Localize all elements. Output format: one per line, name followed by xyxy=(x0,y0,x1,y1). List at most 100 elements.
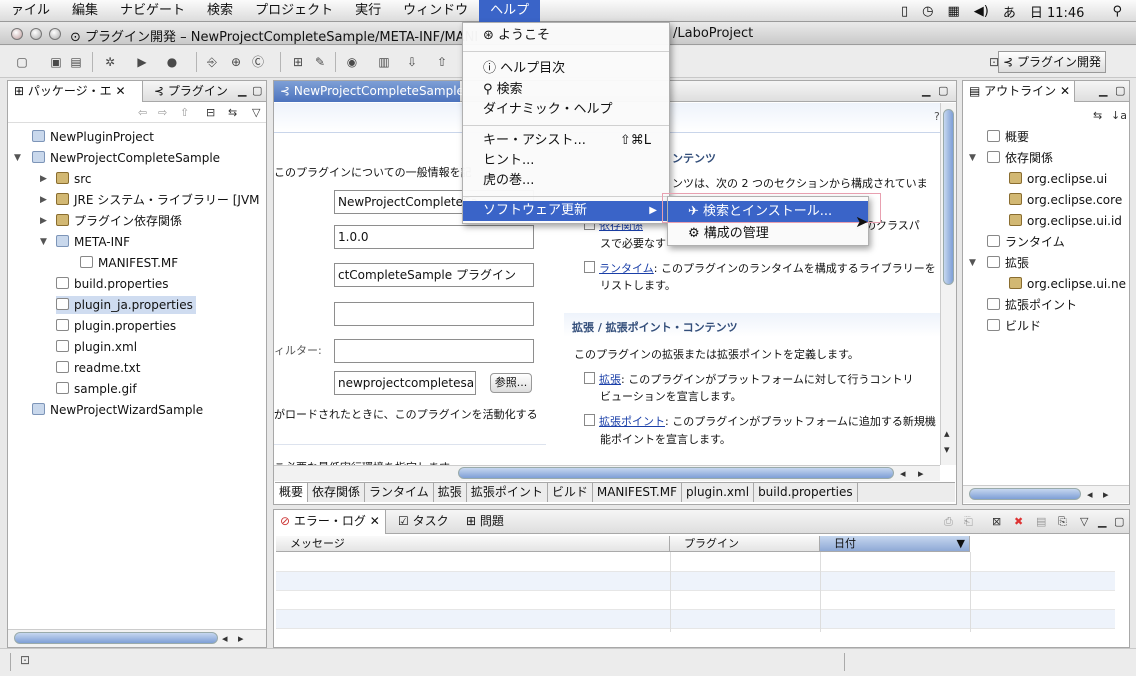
outline-item[interactable]: org.eclipse.ui.ne xyxy=(1009,275,1126,293)
menu-item-search[interactable]: ⚲ 検索 xyxy=(483,80,523,100)
provider-field[interactable] xyxy=(334,302,534,326)
menu-navigate[interactable]: ナビゲート xyxy=(109,0,196,22)
collapse-triangle-icon[interactable]: ▶ xyxy=(40,195,47,205)
view-menu-icon[interactable]: ▽ xyxy=(1080,515,1088,528)
page-tab-overview[interactable]: 概要 xyxy=(275,483,309,502)
fast-view-icon[interactable]: ⊡ xyxy=(20,653,30,667)
expand-triangle-icon[interactable]: ▼ xyxy=(969,153,976,163)
menu-item-manage-config[interactable]: ⚙ 構成の管理 xyxy=(688,224,769,244)
scroll-right-icon[interactable]: ▸ xyxy=(918,467,924,480)
tab-error-log[interactable]: ⊘ エラー・ログ ✕ xyxy=(274,510,386,534)
input-method-icon[interactable]: あ xyxy=(1003,2,1016,21)
tree-item[interactable]: JRE システム・ライブラリー [JVM xyxy=(56,191,260,209)
external-tools-icon[interactable]: ● xyxy=(164,54,180,70)
table-row[interactable] xyxy=(276,572,1115,591)
menu-project[interactable]: プロジェクト xyxy=(244,0,344,22)
extensions-link[interactable]: 拡張 xyxy=(599,373,621,386)
minimize-view-icon[interactable]: ▁ xyxy=(922,84,930,97)
save-icon[interactable]: ▣ xyxy=(48,54,64,70)
tab-outline[interactable]: ▤ アウトライン ✕ xyxy=(963,81,1075,102)
back-icon[interactable]: ⇦ xyxy=(138,106,147,119)
print-icon[interactable]: ▤ xyxy=(68,54,84,70)
menu-item-dynamic-help[interactable]: ダイナミック・ヘルプ xyxy=(483,100,612,120)
minimize-view-icon[interactable]: ▁ xyxy=(238,84,246,97)
page-tab-plugin-xml[interactable]: plugin.xml xyxy=(682,483,755,502)
forward-icon[interactable]: ⇨ xyxy=(158,106,167,119)
menu-file[interactable]: ァイル xyxy=(0,0,61,22)
zoom-window-button[interactable] xyxy=(49,28,61,40)
tab-package-explorer[interactable]: ⊞ パッケージ・エ ✕ xyxy=(8,81,143,102)
maximize-view-icon[interactable]: ▢ xyxy=(1114,515,1124,528)
scroll-down-icon[interactable]: ▾ xyxy=(944,443,950,456)
outline-item[interactable]: ランタイム xyxy=(987,233,1065,251)
menu-clock[interactable]: 日 11:46 xyxy=(1030,2,1085,21)
maximize-view-icon[interactable]: ▢ xyxy=(252,84,262,97)
collapse-all-icon[interactable]: ⊟ xyxy=(206,106,215,119)
scroll-thumb[interactable] xyxy=(969,488,1081,500)
scroll-right-icon[interactable]: ▸ xyxy=(1103,488,1109,501)
menu-item-software-updates[interactable]: ソフトウェア更新 ▶ xyxy=(463,201,669,221)
tree-item[interactable]: プラグイン依存関係 xyxy=(56,212,182,230)
ext-section-header[interactable]: 拡張 / 拡張ポイント・コンテンツ xyxy=(564,313,940,337)
menu-item-key-assist[interactable]: キー・アシスト... ⇧⌘L xyxy=(483,131,651,151)
outline-item[interactable]: 拡張ポイント xyxy=(987,296,1077,314)
search-icon[interactable]: ✎ xyxy=(312,54,328,70)
page-tab-extension-points[interactable]: 拡張ポイント xyxy=(467,483,548,502)
task-icon[interactable]: ▥ xyxy=(376,54,392,70)
page-tab-dependencies[interactable]: 依存関係 xyxy=(308,483,366,502)
tree-item[interactable]: NewProjectWizardSample xyxy=(32,401,203,419)
spotlight-icon[interactable]: ⚲ xyxy=(1112,4,1122,19)
expand-triangle-icon[interactable]: ▼ xyxy=(40,237,47,247)
close-window-button[interactable] xyxy=(11,28,23,40)
debug-icon[interactable]: ✲ xyxy=(102,54,118,70)
time-machine-icon[interactable]: ◷ xyxy=(922,4,933,19)
tree-item[interactable]: plugin.xml xyxy=(56,338,137,356)
editor-tab[interactable]: ⊰ NewProjectCompleteSample xyxy=(274,81,464,102)
scroll-thumb[interactable] xyxy=(458,467,894,479)
run-icon[interactable]: ▶ xyxy=(134,54,150,70)
new-feature-icon[interactable]: ⊕ xyxy=(228,54,244,70)
scroll-left-icon[interactable]: ◂ xyxy=(222,632,228,645)
collapse-triangle-icon[interactable]: ▶ xyxy=(40,174,47,184)
close-icon[interactable]: ✕ xyxy=(370,514,380,528)
browse-button[interactable]: 参照... xyxy=(490,373,532,393)
horizontal-scrollbar[interactable]: ◂ ▸ xyxy=(8,629,266,647)
platform-filter-field[interactable] xyxy=(334,339,534,363)
vertical-scrollbar[interactable]: ▴ ▾ xyxy=(940,103,956,465)
next-annotation-icon[interactable]: ⇩ xyxy=(404,54,420,70)
scroll-thumb[interactable] xyxy=(943,109,954,285)
outline-item[interactable]: org.eclipse.ui.id xyxy=(1009,212,1122,230)
expand-triangle-icon[interactable]: ▼ xyxy=(14,153,21,163)
import-log-icon[interactable]: ⎗ xyxy=(964,515,973,529)
tree-item[interactable]: plugin.properties xyxy=(56,317,176,335)
horizontal-scrollbar[interactable]: ◂ ▸ xyxy=(963,485,1129,503)
minimize-window-button[interactable] xyxy=(30,28,42,40)
tab-tasks[interactable]: ☑ タスク xyxy=(392,510,455,534)
battery-icon[interactable]: ▯ xyxy=(901,4,908,19)
menu-item-cheat-sheets[interactable]: 虎の巻... xyxy=(483,171,534,191)
prev-annotation-icon[interactable]: ⇧ xyxy=(434,54,450,70)
spaces-icon[interactable]: ▦ xyxy=(947,4,959,19)
restore-log-icon[interactable]: ⎘ xyxy=(1058,515,1067,529)
tab-problems[interactable]: ⊞ 問題 xyxy=(460,510,510,534)
tree-item[interactable]: NewPluginProject xyxy=(32,128,154,146)
page-tab-runtime[interactable]: ランタイム xyxy=(365,483,434,502)
page-tab-build-properties[interactable]: build.properties xyxy=(754,483,858,502)
link-editor-icon[interactable]: ⇆ xyxy=(228,106,237,119)
scroll-left-icon[interactable]: ◂ xyxy=(1087,488,1093,501)
outline-item[interactable]: org.eclipse.ui xyxy=(1009,170,1107,188)
extension-points-link[interactable]: 拡張ポイント xyxy=(599,415,665,428)
tree-item-selected[interactable]: plugin_ja.properties xyxy=(56,296,196,314)
maximize-view-icon[interactable]: ▢ xyxy=(938,84,948,97)
page-tab-manifest[interactable]: MANIFEST.MF xyxy=(593,483,682,502)
up-icon[interactable]: ⇧ xyxy=(180,106,189,119)
volume-icon[interactable]: ◀) xyxy=(974,4,989,19)
table-row[interactable] xyxy=(276,591,1115,610)
menu-search[interactable]: 検索 xyxy=(196,0,244,22)
link-editor-icon[interactable]: ⇆ xyxy=(1093,109,1102,122)
collapse-triangle-icon[interactable]: ▶ xyxy=(40,216,47,226)
clear-log-icon[interactable]: ⊠ xyxy=(992,515,1001,528)
perspective-switcher[interactable]: ⊰ プラグイン開発 xyxy=(998,51,1106,73)
tree-item[interactable]: sample.gif xyxy=(56,380,137,398)
runtime-link[interactable]: ランタイム xyxy=(599,262,654,275)
